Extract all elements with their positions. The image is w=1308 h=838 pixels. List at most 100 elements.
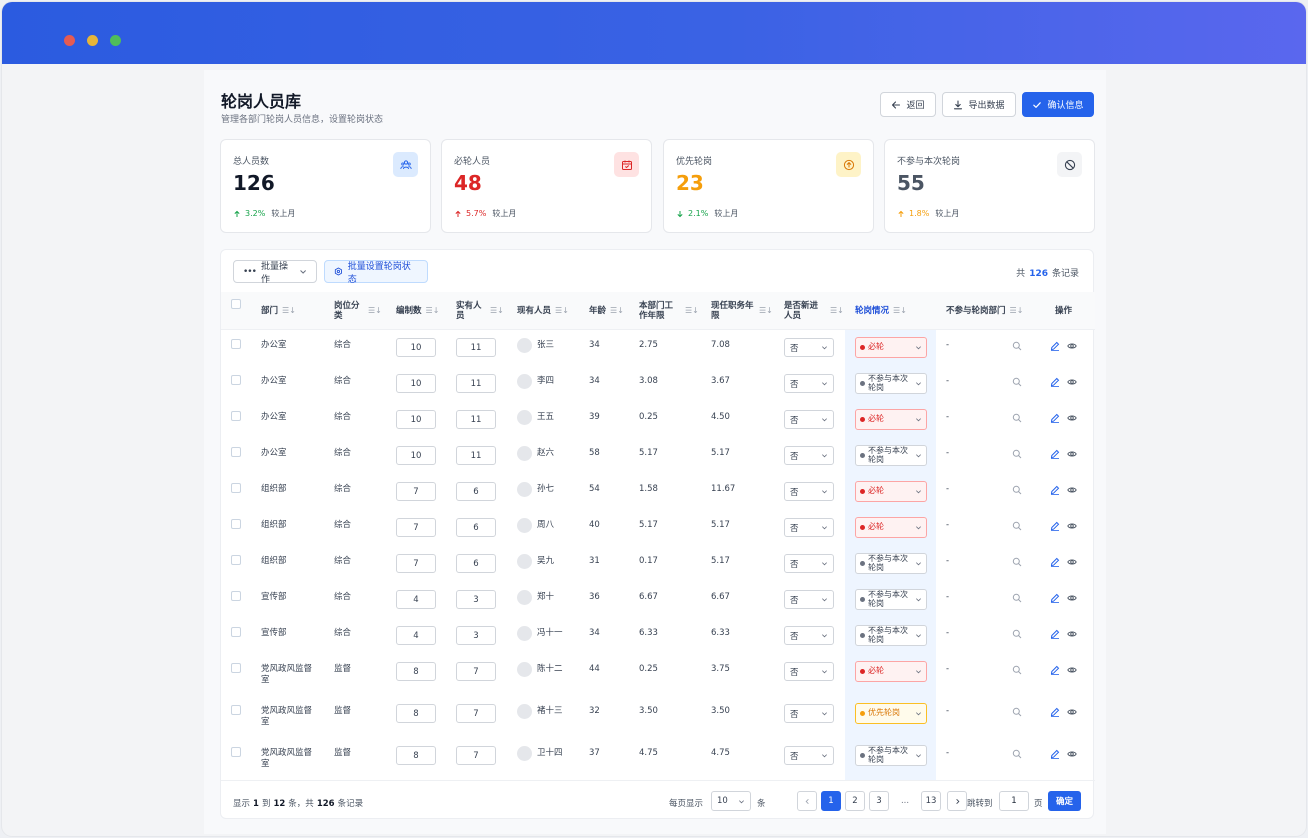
select-all-checkbox[interactable]: [231, 299, 241, 309]
search-icon[interactable]: [1012, 629, 1022, 639]
eye-icon[interactable]: [1067, 707, 1077, 717]
row-checkbox[interactable]: [231, 519, 241, 529]
rotation-status-select[interactable]: 必轮: [855, 337, 927, 358]
actual-input[interactable]: 7: [456, 662, 496, 681]
actual-input[interactable]: 6: [456, 518, 496, 537]
sort-icon[interactable]: ☰↓: [759, 306, 773, 316]
rotation-status-select[interactable]: 不参与本次轮岗: [855, 745, 927, 766]
row-checkbox[interactable]: [231, 591, 241, 601]
column-header[interactable]: 编制数 ☰↓: [396, 292, 439, 330]
page-button[interactable]: 1: [821, 791, 841, 811]
search-icon[interactable]: [1012, 341, 1022, 351]
eye-icon[interactable]: [1067, 341, 1077, 351]
sort-icon[interactable]: ☰↓: [1010, 306, 1024, 316]
quota-input[interactable]: 8: [396, 746, 436, 765]
quota-input[interactable]: 10: [396, 410, 436, 429]
per-page-select[interactable]: 10: [711, 791, 751, 811]
column-header[interactable]: 岗位分类 ☰↓: [334, 292, 382, 330]
quota-input[interactable]: 10: [396, 338, 436, 357]
sort-icon[interactable]: ☰↓: [685, 306, 699, 316]
sort-icon[interactable]: ☰↓: [368, 306, 382, 316]
column-header[interactable]: 本部门工作年限 ☰↓: [639, 292, 699, 330]
edit-icon[interactable]: [1050, 665, 1060, 675]
next-page-button[interactable]: [947, 791, 967, 811]
actual-input[interactable]: 11: [456, 446, 496, 465]
prev-page-button[interactable]: [797, 791, 817, 811]
row-checkbox[interactable]: [231, 339, 241, 349]
new-hire-select[interactable]: 否: [784, 662, 834, 681]
sort-icon[interactable]: ☰↓: [830, 306, 844, 316]
column-header[interactable]: 现任职务年限 ☰↓: [711, 292, 773, 330]
row-checkbox[interactable]: [231, 747, 241, 757]
sort-icon[interactable]: ☰↓: [893, 306, 907, 316]
column-header[interactable]: 不参与轮岗部门 ☰↓: [946, 292, 1023, 330]
close-window-button[interactable]: [64, 35, 75, 46]
column-header[interactable]: 现有人员 ☰↓: [517, 292, 569, 330]
actual-input[interactable]: 3: [456, 590, 496, 609]
actual-input[interactable]: 7: [456, 704, 496, 723]
eye-icon[interactable]: [1067, 485, 1077, 495]
actual-input[interactable]: 7: [456, 746, 496, 765]
actual-input[interactable]: 11: [456, 338, 496, 357]
maximize-window-button[interactable]: [110, 35, 121, 46]
new-hire-select[interactable]: 否: [784, 590, 834, 609]
eye-icon[interactable]: [1067, 593, 1077, 603]
column-header[interactable]: 部门 ☰↓: [261, 292, 296, 330]
row-checkbox[interactable]: [231, 447, 241, 457]
quota-input[interactable]: 10: [396, 446, 436, 465]
new-hire-select[interactable]: 否: [784, 704, 834, 723]
row-checkbox[interactable]: [231, 555, 241, 565]
edit-icon[interactable]: [1050, 377, 1060, 387]
row-checkbox[interactable]: [231, 375, 241, 385]
quota-input[interactable]: 7: [396, 518, 436, 537]
row-checkbox[interactable]: [231, 411, 241, 421]
jump-page-input[interactable]: 1: [999, 791, 1029, 811]
eye-icon[interactable]: [1067, 413, 1077, 423]
quota-input[interactable]: 4: [396, 590, 436, 609]
confirm-button[interactable]: 确认信息: [1022, 92, 1094, 117]
actual-input[interactable]: 6: [456, 482, 496, 501]
sort-icon[interactable]: ☰↓: [282, 306, 296, 316]
search-icon[interactable]: [1012, 665, 1022, 675]
edit-icon[interactable]: [1050, 341, 1060, 351]
row-checkbox[interactable]: [231, 705, 241, 715]
new-hire-select[interactable]: 否: [784, 446, 834, 465]
new-hire-select[interactable]: 否: [784, 518, 834, 537]
rotation-status-select[interactable]: 不参与本次轮岗: [855, 445, 927, 466]
page-button[interactable]: 3: [869, 791, 889, 811]
search-icon[interactable]: [1012, 707, 1022, 717]
edit-icon[interactable]: [1050, 707, 1060, 717]
row-checkbox[interactable]: [231, 483, 241, 493]
rotation-status-select[interactable]: 优先轮岗: [855, 703, 927, 724]
edit-icon[interactable]: [1050, 413, 1060, 423]
quota-input[interactable]: 7: [396, 554, 436, 573]
column-header[interactable]: 轮岗情况 ☰↓: [855, 292, 907, 330]
row-checkbox[interactable]: [231, 663, 241, 673]
page-button[interactable]: 2: [845, 791, 865, 811]
edit-icon[interactable]: [1050, 449, 1060, 459]
eye-icon[interactable]: [1067, 749, 1077, 759]
minimize-window-button[interactable]: [87, 35, 98, 46]
sort-icon[interactable]: ☰↓: [555, 306, 569, 316]
edit-icon[interactable]: [1050, 557, 1060, 567]
row-checkbox[interactable]: [231, 627, 241, 637]
search-icon[interactable]: [1012, 413, 1022, 423]
rotation-status-select[interactable]: 必轮: [855, 517, 927, 538]
edit-icon[interactable]: [1050, 629, 1060, 639]
rotation-status-select[interactable]: 必轮: [855, 481, 927, 502]
quota-input[interactable]: 10: [396, 374, 436, 393]
new-hire-select[interactable]: 否: [784, 338, 834, 357]
sort-icon[interactable]: ☰↓: [490, 306, 504, 316]
rotation-status-select[interactable]: 不参与本次轮岗: [855, 589, 927, 610]
column-header[interactable]: 是否新进人员 ☰↓: [784, 292, 844, 330]
eye-icon[interactable]: [1067, 449, 1077, 459]
jump-go-button[interactable]: 确定: [1048, 791, 1081, 811]
batch-set-status-button[interactable]: 批量设置轮岗状态: [324, 260, 428, 285]
edit-icon[interactable]: [1050, 521, 1060, 531]
new-hire-select[interactable]: 否: [784, 626, 834, 645]
search-icon[interactable]: [1012, 749, 1022, 759]
new-hire-select[interactable]: 否: [784, 482, 834, 501]
quota-input[interactable]: 4: [396, 626, 436, 645]
rotation-status-select[interactable]: 必轮: [855, 661, 927, 682]
search-icon[interactable]: [1012, 377, 1022, 387]
